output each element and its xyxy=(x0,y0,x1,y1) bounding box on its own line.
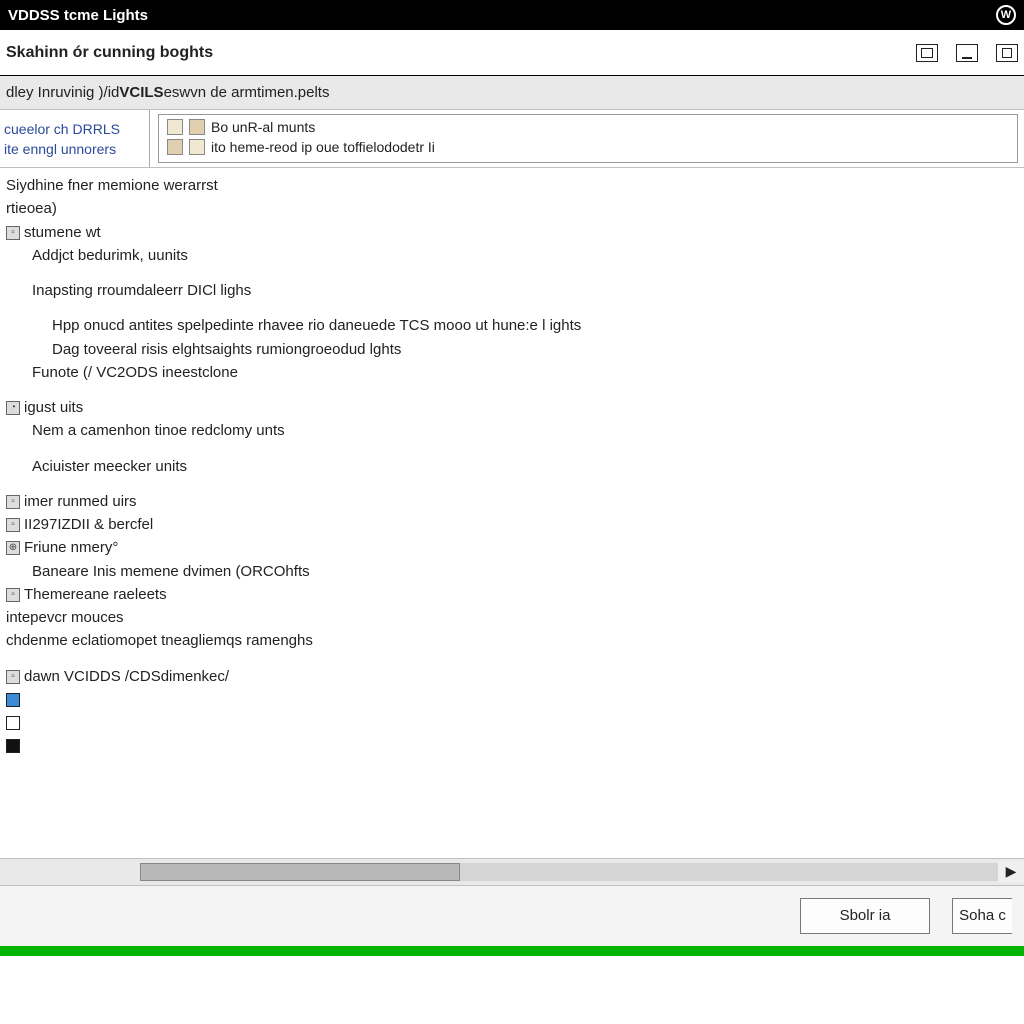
tree-item[interactable]: Aciuister meecker units xyxy=(6,455,1018,478)
tree-item[interactable]: intepevcr mouces xyxy=(6,606,1018,629)
scrollbar-track[interactable] xyxy=(140,863,998,881)
toolbox-icon-4[interactable] xyxy=(189,139,205,155)
checkbox-row[interactable] xyxy=(6,688,1018,711)
box-icon: ▫ xyxy=(6,495,20,509)
tree-item[interactable]: Funote (/ VC2ODS ineestclone xyxy=(6,361,1018,384)
button-bar: Sbolr ia Soha c xyxy=(0,886,1024,946)
toolbox-icon-2[interactable] xyxy=(189,119,205,135)
tree-item[interactable]: Nem a camenhon tinoe redclomy unts xyxy=(6,419,1018,442)
tree-item[interactable]: Dag toveeral risis elghtsaights rumiongr… xyxy=(6,338,1018,361)
tree-item[interactable]: ⊕Friune nmery° xyxy=(6,536,1018,559)
top-split: cueelor ch DRRLS ite enngl unnorers Bo u… xyxy=(0,110,1024,168)
toolbox-text-1: Bo unR-al munts xyxy=(211,119,315,135)
tree-item[interactable]: ▫stumene wt xyxy=(6,221,1018,244)
subheader-text: Skahinn ór cunning boghts xyxy=(6,44,213,62)
box-icon: ▫ xyxy=(6,588,20,602)
toolbox-row-2: ito heme-reod ip oue toffielododetr Ii xyxy=(167,139,1009,155)
titlebar: VDDSS tcme Lights W xyxy=(0,0,1024,30)
window-subheader: Skahinn ór cunning boghts xyxy=(0,30,1024,76)
spacer xyxy=(0,758,1024,858)
tree-item[interactable]: ◔igust uits xyxy=(6,396,1018,419)
primary-button[interactable]: Sbolr ia xyxy=(800,898,930,934)
tree-item[interactable]: Inapsting rroumdaleerr DICl lighs xyxy=(6,279,1018,302)
status-strip xyxy=(0,946,1024,956)
breadcrumb-suffix: eswvn de armtimen.pelts xyxy=(164,84,330,101)
window-maximize-icon[interactable] xyxy=(996,44,1018,62)
tree-item[interactable]: Addjct bedurimk, uunits xyxy=(6,244,1018,267)
toolbox-icon-1[interactable] xyxy=(167,119,183,135)
app-title: VDDSS tcme Lights xyxy=(8,7,148,24)
scrollbar-arrow-right-icon[interactable]: ▶ xyxy=(998,861,1024,883)
checkbox-unchecked-icon[interactable] xyxy=(6,716,20,730)
checkbox-row[interactable] xyxy=(6,711,1018,734)
box-icon: ▫ xyxy=(6,226,20,240)
tree-item[interactable]: ▫II297IZDII & bercfel xyxy=(6,513,1018,536)
leftcol-row-1[interactable]: cueelor ch DRRLS xyxy=(0,119,149,139)
tree-content: Siydhine fner memione werarrst rtieoea) … xyxy=(0,168,1024,758)
horizontal-scrollbar[interactable]: ▶ xyxy=(0,858,1024,886)
left-column: cueelor ch DRRLS ite enngl unnorers xyxy=(0,110,150,167)
toolbox-panel: Bo unR-al munts ito heme-reod ip oue tof… xyxy=(158,114,1018,163)
tree-item[interactable]: ▫Themereane raeleets xyxy=(6,583,1018,606)
breadcrumb-prefix: dley Inruvinig )/id xyxy=(6,84,119,101)
tree-item[interactable]: Baneare Inis memene dvimen (ORCOhfts xyxy=(6,560,1018,583)
checkbox-filled-icon[interactable] xyxy=(6,739,20,753)
scrollbar-thumb[interactable] xyxy=(140,863,460,881)
breadcrumb-strong: VCILS xyxy=(119,84,163,101)
bullet-icon: ◔ xyxy=(6,401,20,415)
tree-item[interactable]: rtieoea) xyxy=(6,197,1018,220)
window-restore-icon[interactable] xyxy=(916,44,938,62)
brand-badge-icon: W xyxy=(996,5,1016,25)
tree-item[interactable]: chdenme eclatiomopet tneagliemqs ramengh… xyxy=(6,629,1018,652)
toolbox-text-2: ito heme-reod ip oue toffielododetr Ii xyxy=(211,139,435,155)
tree-item[interactable]: Siydhine fner memione werarrst xyxy=(6,174,1018,197)
box-icon: ⊕ xyxy=(6,541,20,555)
tree-item[interactable]: ▫dawn VCIDDS /CDSdimenkec/ xyxy=(6,665,1018,688)
leftcol-row-2[interactable]: ite enngl unnorers xyxy=(0,139,149,159)
checkbox-checked-icon[interactable] xyxy=(6,693,20,707)
secondary-button[interactable]: Soha c xyxy=(952,898,1012,934)
toolbox-row-1: Bo unR-al munts xyxy=(167,119,1009,135)
box-icon: ▫ xyxy=(6,670,20,684)
tree-item[interactable]: ▫imer runmed uirs xyxy=(6,490,1018,513)
tree-item[interactable]: Hpp onucd antites spelpedinte rhavee rio… xyxy=(6,314,1018,337)
breadcrumb: dley Inruvinig )/id VCILS eswvn de armti… xyxy=(0,76,1024,110)
window-minimize-icon[interactable] xyxy=(956,44,978,62)
box-icon: ▫ xyxy=(6,518,20,532)
checkbox-row[interactable] xyxy=(6,734,1018,757)
toolbox-icon-3[interactable] xyxy=(167,139,183,155)
